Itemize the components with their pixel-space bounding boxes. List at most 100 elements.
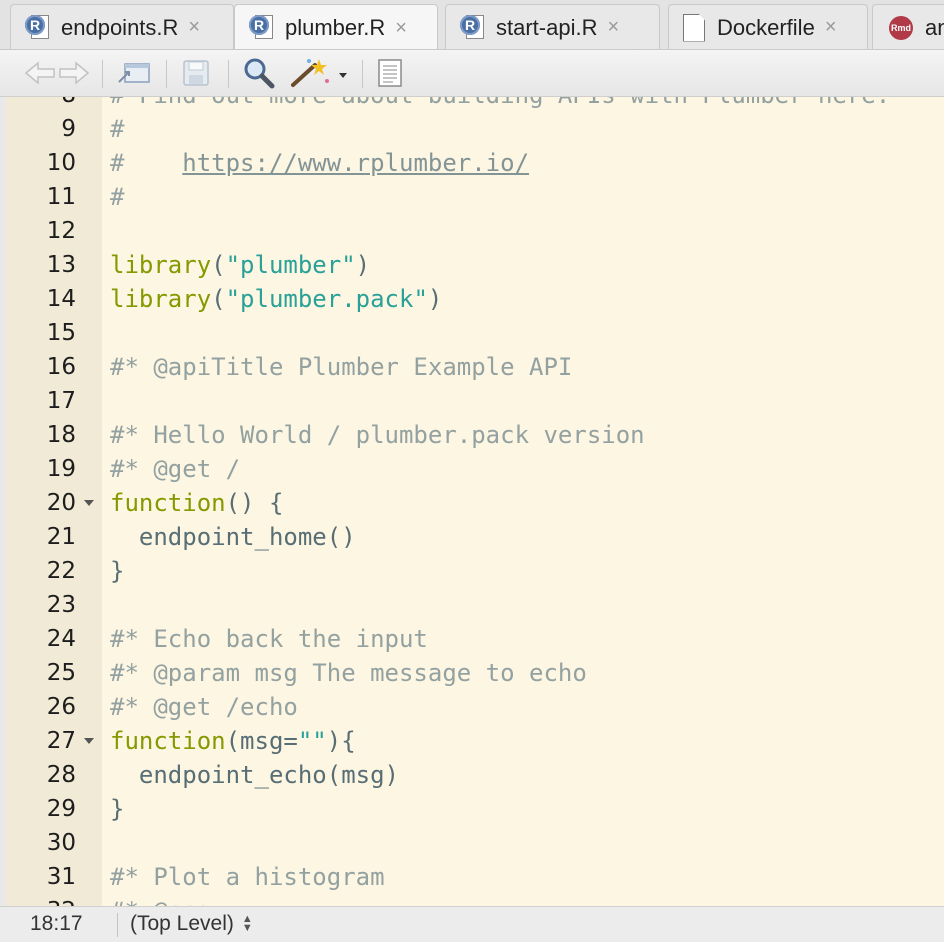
code-token: # Find out more about building APIs with… [110, 97, 890, 109]
line-number: 17 [46, 388, 76, 414]
scope-label: (Top Level) [130, 912, 234, 935]
line-number: 27 [46, 728, 76, 754]
line-number: 28 [46, 762, 76, 788]
line-number: 8 [6, 97, 76, 112]
code-text: #* @png [110, 894, 211, 906]
tab-endpoints-r[interactable]: R endpoints.R × [10, 4, 234, 49]
code-text: function(msg=""){ [110, 724, 356, 758]
editor-status-bar: 18:17 (Top Level) ▲ ▼ [0, 906, 944, 942]
code-text: #* @get / [110, 452, 240, 486]
r-file-icon: R [249, 15, 273, 41]
code-text: endpoint_home() [110, 520, 356, 554]
line-number: 9 [61, 116, 76, 142]
code-token: () { [225, 489, 284, 517]
tab-plumber-r[interactable]: R plumber.R × [234, 4, 438, 49]
close-tab-icon[interactable]: × [395, 17, 407, 40]
close-tab-icon[interactable]: × [188, 16, 200, 39]
code-line: 27 function(msg=""){ [6, 724, 944, 758]
code-token: #* @apiTitle Plumber Example API [110, 353, 573, 381]
code-token: "" [297, 727, 327, 755]
rmd-file-icon: Rmd [889, 15, 913, 40]
line-number: 19 [46, 456, 76, 482]
code-line: 28 endpoint_echo(msg) [6, 758, 944, 792]
code-token: (msg= [225, 727, 298, 755]
show-in-window-icon[interactable] [114, 58, 154, 88]
code-line: 18 #* Hello World / plumber.pack version [6, 418, 944, 452]
code-token: #* @param msg The message to echo [110, 659, 587, 687]
cursor-position: 18:17 [30, 912, 83, 935]
code-text: endpoint_echo(msg) [110, 758, 399, 792]
search-icon[interactable] [240, 58, 278, 89]
code-line: 23 [6, 588, 944, 622]
line-number: 13 [46, 252, 76, 278]
code-text: # [110, 180, 124, 214]
code-text: #* Plot a histogram [110, 860, 385, 894]
code-token: #* @get / [110, 455, 241, 483]
code-token: ( [211, 251, 226, 279]
code-token: endpoint_echo(msg) [110, 761, 399, 789]
magic-wand-icon[interactable] [288, 58, 350, 88]
close-tab-icon[interactable]: × [825, 16, 837, 39]
editor-toolbar [0, 50, 944, 97]
code-token: # [110, 115, 125, 143]
code-token: ( [211, 285, 226, 313]
line-number: 29 [46, 796, 76, 822]
code-line: 14 library("plumber.pack") [6, 282, 944, 316]
code-line: 21 endpoint_home() [6, 520, 944, 554]
code-text: } [110, 792, 124, 826]
code-line: 22} [6, 554, 944, 588]
code-link[interactable]: https://www.rplumber.io/ [182, 149, 529, 177]
code-token: ){ [326, 727, 356, 755]
code-token: #* Plot a histogram [110, 863, 385, 891]
scope-selector[interactable]: (Top Level) ▲ ▼ [130, 912, 253, 936]
code-text: #* @apiTitle Plumber Example API [110, 350, 572, 384]
code-text: # Find out more about building APIs with… [110, 97, 890, 112]
code-token: function [110, 727, 226, 755]
line-number: 25 [46, 660, 76, 686]
code-line: 13 library("plumber") [6, 248, 944, 282]
line-number: 32 [6, 894, 76, 906]
line-number: 20 [46, 490, 76, 516]
code-line: 8 # Find out more about building APIs wit… [6, 97, 944, 112]
tab-label: endpoints.R [61, 14, 179, 40]
editor-tab-bar: R endpoints.R × R plumber.R × R start-ap… [0, 0, 944, 50]
tab-start-api-r[interactable]: R start-api.R × [445, 4, 660, 49]
line-number: 14 [46, 286, 76, 312]
r-file-icon: R [460, 14, 484, 41]
code-line: 20 function() { [6, 486, 944, 520]
compile-report-icon[interactable] [372, 58, 408, 88]
code-token: #* Echo back the input [110, 625, 428, 653]
code-text: library("plumber") [110, 248, 370, 282]
tab-dockerfile[interactable]: Dockerfile × [668, 4, 868, 49]
code-editor[interactable]: 8 # Find out more about building APIs wit… [0, 97, 944, 906]
forward-arrow-icon[interactable] [56, 58, 92, 88]
line-number: 21 [46, 524, 76, 550]
code-line: 16 #* @apiTitle Plumber Example API [6, 350, 944, 384]
code-token: ) [355, 251, 371, 279]
tab-rmd[interactable]: Rmd an [872, 4, 944, 49]
tab-label: an [925, 14, 944, 40]
fold-toggle-icon[interactable] [84, 500, 94, 506]
code-line: 17 [6, 384, 944, 418]
fold-toggle-icon[interactable] [84, 738, 94, 744]
code-line: 24 #* Echo back the input [6, 622, 944, 656]
code-text: #* Hello World / plumber.pack version [110, 418, 645, 452]
close-tab-icon[interactable]: × [607, 16, 619, 39]
tab-label: plumber.R [285, 15, 386, 40]
code-token: ) [427, 285, 443, 313]
code-token: #* @png [110, 897, 211, 906]
line-number: 16 [46, 354, 76, 380]
line-number: 22 [46, 558, 76, 584]
line-number: 30 [46, 830, 76, 856]
code-line: 12 [6, 214, 944, 248]
code-text: #* @param msg The message to echo [110, 656, 587, 690]
line-number: 24 [46, 626, 76, 652]
back-arrow-icon[interactable] [22, 58, 58, 88]
code-line: 26 #* @get /echo [6, 690, 944, 724]
code-text: # https://www.rplumber.io/ [110, 146, 529, 180]
code-token: library [110, 251, 212, 279]
line-number: 23 [46, 592, 76, 618]
line-number: 18 [46, 422, 76, 448]
save-icon[interactable] [178, 58, 214, 88]
r-file-icon: R [25, 14, 49, 41]
